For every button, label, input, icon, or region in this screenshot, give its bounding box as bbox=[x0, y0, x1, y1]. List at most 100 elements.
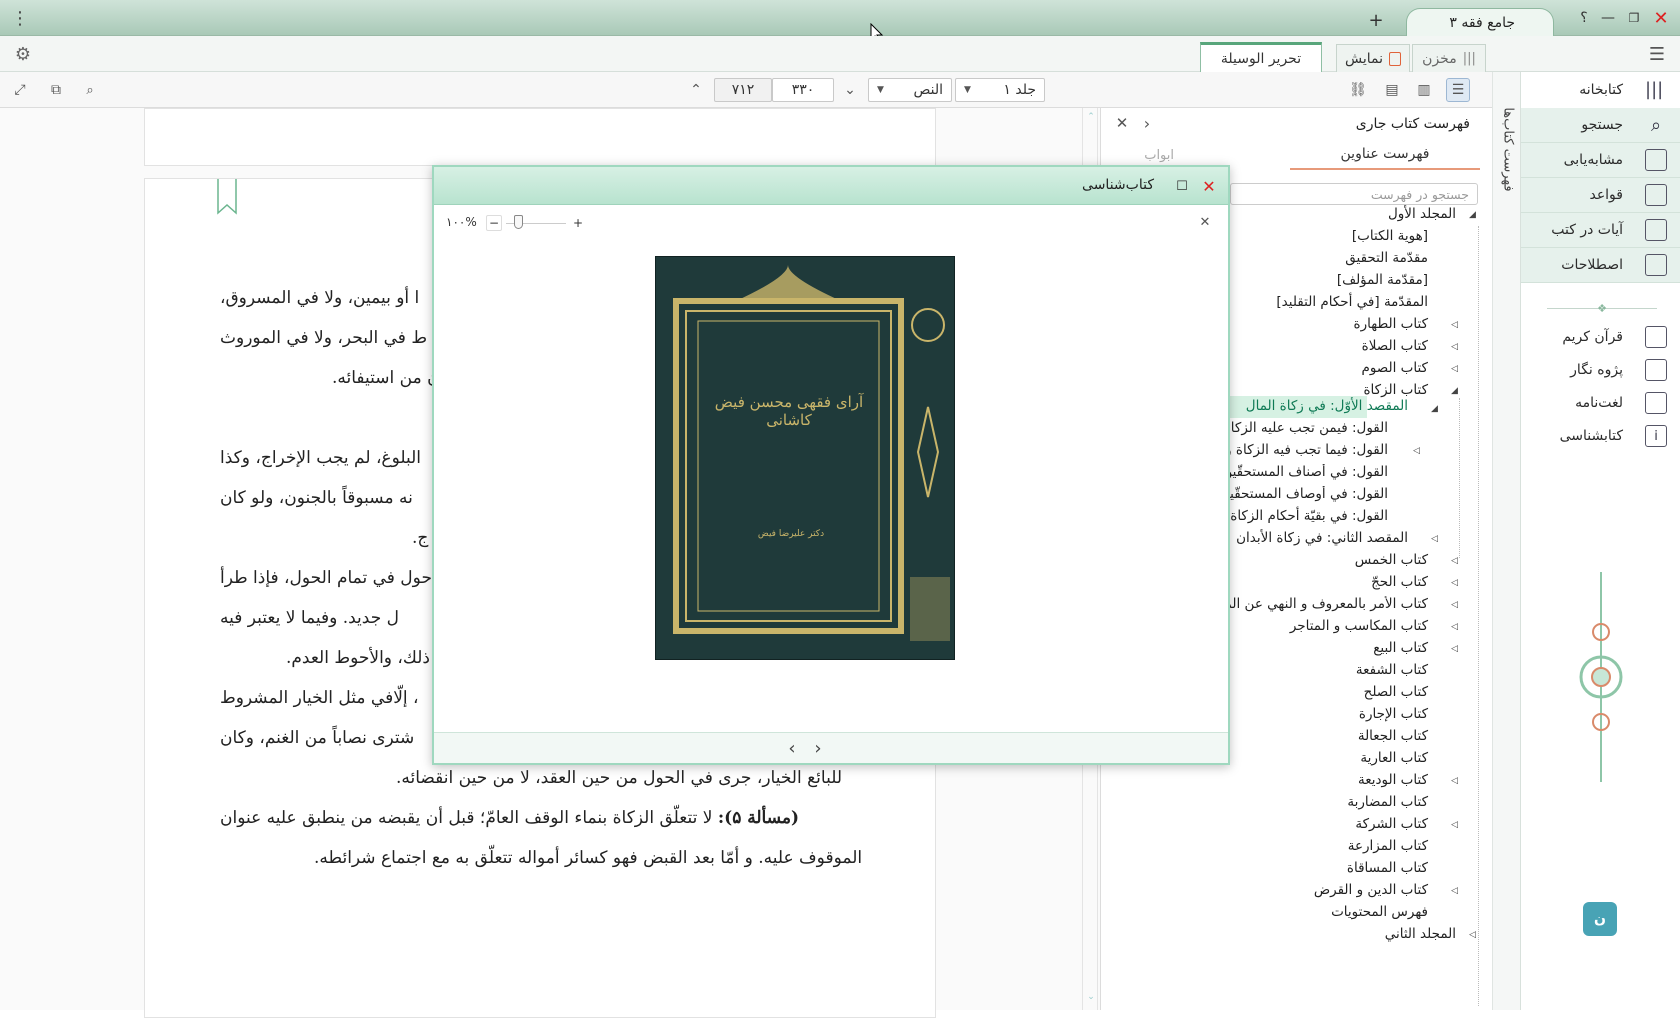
collapsed-triangle-icon[interactable]: ◁ bbox=[1451, 320, 1458, 330]
toc-item[interactable]: المجلد الثاني bbox=[1385, 926, 1456, 942]
collapsed-triangle-icon[interactable]: ◁ bbox=[1451, 600, 1458, 610]
bookmark-icon[interactable] bbox=[217, 179, 237, 215]
link-icon[interactable]: ⛓ bbox=[1346, 78, 1370, 102]
collapsed-triangle-icon[interactable]: ◁ bbox=[1451, 556, 1458, 566]
toc-item[interactable]: كتاب الإجارة bbox=[1359, 706, 1428, 722]
collapsed-triangle-icon[interactable]: ◁ bbox=[1469, 930, 1476, 940]
close-panel-icon[interactable]: ✕ bbox=[1111, 112, 1133, 134]
minimize-icon[interactable]: — bbox=[1598, 8, 1618, 28]
expanded-triangle-icon[interactable]: ◢ bbox=[1431, 404, 1438, 414]
book-view-icon[interactable]: ▤ bbox=[1380, 78, 1404, 102]
toc-item[interactable]: كتاب البيع bbox=[1373, 640, 1428, 656]
collapsed-triangle-icon[interactable]: ◁ bbox=[1451, 364, 1458, 374]
restore-icon[interactable]: ❐ bbox=[1624, 8, 1644, 28]
toc-item[interactable]: [هوية الكتاب] bbox=[1352, 228, 1428, 244]
sidebar-tool-bibliography[interactable]: کتابشناسی i bbox=[1521, 421, 1680, 451]
splitter-down-icon[interactable]: ⌄ bbox=[1085, 992, 1097, 1002]
view-select[interactable]: النص ▼ bbox=[868, 78, 952, 102]
toc-item[interactable]: كتاب الدين و القرض bbox=[1314, 882, 1428, 898]
toc-item[interactable]: القول: في أصناف المستحقّين ل bbox=[1228, 464, 1388, 480]
toc-item[interactable]: كتاب الصوم bbox=[1361, 360, 1428, 376]
collapsed-triangle-icon[interactable]: ◁ bbox=[1451, 622, 1458, 632]
volume-select[interactable]: جلد ۱ ▼ bbox=[955, 78, 1045, 102]
toc-item[interactable]: كتاب الصلح bbox=[1364, 684, 1428, 700]
toc-item[interactable]: المجلد الأول bbox=[1388, 206, 1456, 222]
collapsed-triangle-icon[interactable]: ◁ bbox=[1451, 644, 1458, 654]
collapsed-triangle-icon[interactable]: ◁ bbox=[1451, 886, 1458, 896]
toc-item[interactable]: كتاب المساقاة bbox=[1347, 860, 1428, 876]
sidebar-item-rules[interactable]: قواعد bbox=[1521, 178, 1680, 213]
next-arrow-icon[interactable]: › bbox=[808, 737, 828, 759]
tab-repository[interactable]: مخزن ||| bbox=[1412, 44, 1486, 72]
toc-item[interactable]: القول: فيما تجب فيه الزكاة وما bbox=[1228, 442, 1388, 458]
panel-close-icon[interactable]: ✕ bbox=[1196, 213, 1214, 231]
zoom-out-icon[interactable]: − bbox=[486, 215, 502, 231]
toc-item[interactable]: كتاب الزكاة bbox=[1363, 382, 1428, 398]
help-icon[interactable]: ؟ bbox=[1575, 8, 1593, 28]
collapsed-triangle-icon[interactable]: ◁ bbox=[1451, 342, 1458, 352]
toc-item[interactable]: كتاب الشفعة bbox=[1356, 662, 1428, 678]
collapsed-triangle-icon[interactable]: ◁ bbox=[1451, 578, 1458, 588]
close-icon[interactable]: ✕ bbox=[1650, 7, 1672, 29]
hamburger-menu-icon[interactable]: ☰ bbox=[1646, 43, 1668, 65]
sidebar-item-terms[interactable]: اصطلاحات bbox=[1521, 248, 1680, 283]
maximize-icon[interactable]: ☐ bbox=[1172, 176, 1192, 196]
page-input[interactable]: ۳۳۰ bbox=[772, 78, 834, 102]
toc-item[interactable]: كتاب الصلاة bbox=[1362, 338, 1428, 354]
scroll-down-icon[interactable]: ⌄ bbox=[838, 78, 862, 102]
tab-display[interactable]: نمایش bbox=[1336, 44, 1410, 72]
settings-gear-icon[interactable]: ⚙ bbox=[12, 43, 34, 65]
open-book-icon[interactable]: ▥ bbox=[1412, 78, 1436, 102]
toc-item[interactable]: القول: في بقيّة أحكام الزكاة bbox=[1230, 508, 1388, 524]
sidebar-item-search[interactable]: جستجو ⌕ bbox=[1521, 108, 1680, 143]
toc-item[interactable]: كتاب الحجّ bbox=[1371, 574, 1428, 590]
toc-item[interactable]: كتاب الوديعة bbox=[1358, 772, 1428, 788]
collapse-panel-icon[interactable]: › bbox=[1137, 112, 1157, 134]
collapsed-triangle-icon[interactable]: ◁ bbox=[1451, 820, 1458, 830]
sidebar-item-library[interactable]: کتابخانه ||| bbox=[1521, 72, 1680, 108]
dialog-close-icon[interactable]: ✕ bbox=[1198, 175, 1220, 197]
zoom-in-icon[interactable]: + bbox=[570, 215, 586, 231]
app-tab[interactable]: جامع فقه ۳ bbox=[1406, 8, 1554, 36]
fullscreen-icon[interactable]: ⤢ bbox=[8, 78, 32, 102]
tab-document[interactable]: تحریر الوسیلة bbox=[1200, 42, 1322, 72]
toc-item[interactable]: القول: فيمن تجب عليه الزكاة bbox=[1224, 420, 1388, 436]
sidebar-item-verses[interactable]: آیات در کتب bbox=[1521, 213, 1680, 248]
toc-item[interactable]: كتاب الأمر بالمعروف و النهي عن المنك bbox=[1228, 596, 1428, 612]
toc-search-input[interactable]: جستجو در فهرست bbox=[1230, 183, 1478, 205]
collapsed-triangle-icon[interactable]: ◁ bbox=[1431, 534, 1438, 544]
zoom-slider-handle[interactable] bbox=[514, 215, 523, 229]
toc-item[interactable]: المقصد الثاني: في زكاة الأبدان bbox=[1236, 530, 1408, 546]
toc-item[interactable]: القول: في أوصاف المستحقّين ل bbox=[1228, 486, 1388, 502]
prev-arrow-icon[interactable]: ‹ bbox=[782, 737, 802, 759]
expanded-triangle-icon[interactable]: ◢ bbox=[1451, 386, 1458, 396]
sidebar-tool-dictionary[interactable]: لغت‌نامه bbox=[1521, 388, 1680, 418]
scroll-up-icon[interactable]: ⌃ bbox=[684, 78, 708, 102]
sidebar-item-similarity[interactable]: مشابه‌یابی bbox=[1521, 143, 1680, 178]
collapsed-triangle-icon[interactable]: ◁ bbox=[1451, 776, 1458, 786]
sidebar-tool-quran[interactable]: قرآن کریم bbox=[1521, 322, 1680, 352]
expanded-triangle-icon[interactable]: ◢ bbox=[1469, 210, 1476, 220]
dialog-title-bar[interactable]: کتاب‌شناسی ☐ ✕ bbox=[434, 167, 1228, 205]
toc-item[interactable]: كتاب العارية bbox=[1360, 750, 1428, 766]
splitter-up-icon[interactable]: ⌃ bbox=[1085, 112, 1097, 122]
toc-item[interactable]: المقدّمة [في أحكام التقليد] bbox=[1276, 294, 1428, 310]
toc-item[interactable]: كتاب الشركة bbox=[1355, 816, 1428, 832]
tab-titles[interactable]: فهرست عناوین bbox=[1290, 140, 1480, 170]
toc-item[interactable]: كتاب المكاسب و المتاجر bbox=[1290, 618, 1428, 634]
toc-item[interactable]: كتاب المزارعة bbox=[1348, 838, 1428, 854]
collapsed-triangle-icon[interactable]: ◁ bbox=[1413, 446, 1420, 456]
toc-item-selected[interactable]: المقصد الأوّل: في زكاة المال bbox=[1246, 398, 1408, 414]
compare-icon[interactable]: ⧉ bbox=[44, 78, 68, 102]
new-tab-button[interactable]: + bbox=[1366, 10, 1386, 31]
menu-dots-icon[interactable]: ⋮ bbox=[11, 6, 29, 30]
toc-item[interactable]: كتاب الجعالة bbox=[1358, 728, 1428, 744]
search-icon[interactable]: ⌕ bbox=[78, 78, 102, 102]
toc-item[interactable]: فهرس المحتويات bbox=[1331, 904, 1428, 920]
toc-item[interactable]: كتاب المضاربة bbox=[1347, 794, 1428, 810]
tab-chapters[interactable]: ابواب bbox=[1144, 148, 1174, 163]
toc-item[interactable]: كتاب الخمس bbox=[1355, 552, 1428, 568]
toc-item[interactable]: كتاب الطهارة bbox=[1354, 316, 1428, 332]
books-list-strip[interactable]: فهرست کتاب‌ها bbox=[1492, 72, 1520, 1010]
toc-item[interactable]: مقدّمة التحقيق bbox=[1345, 250, 1428, 266]
